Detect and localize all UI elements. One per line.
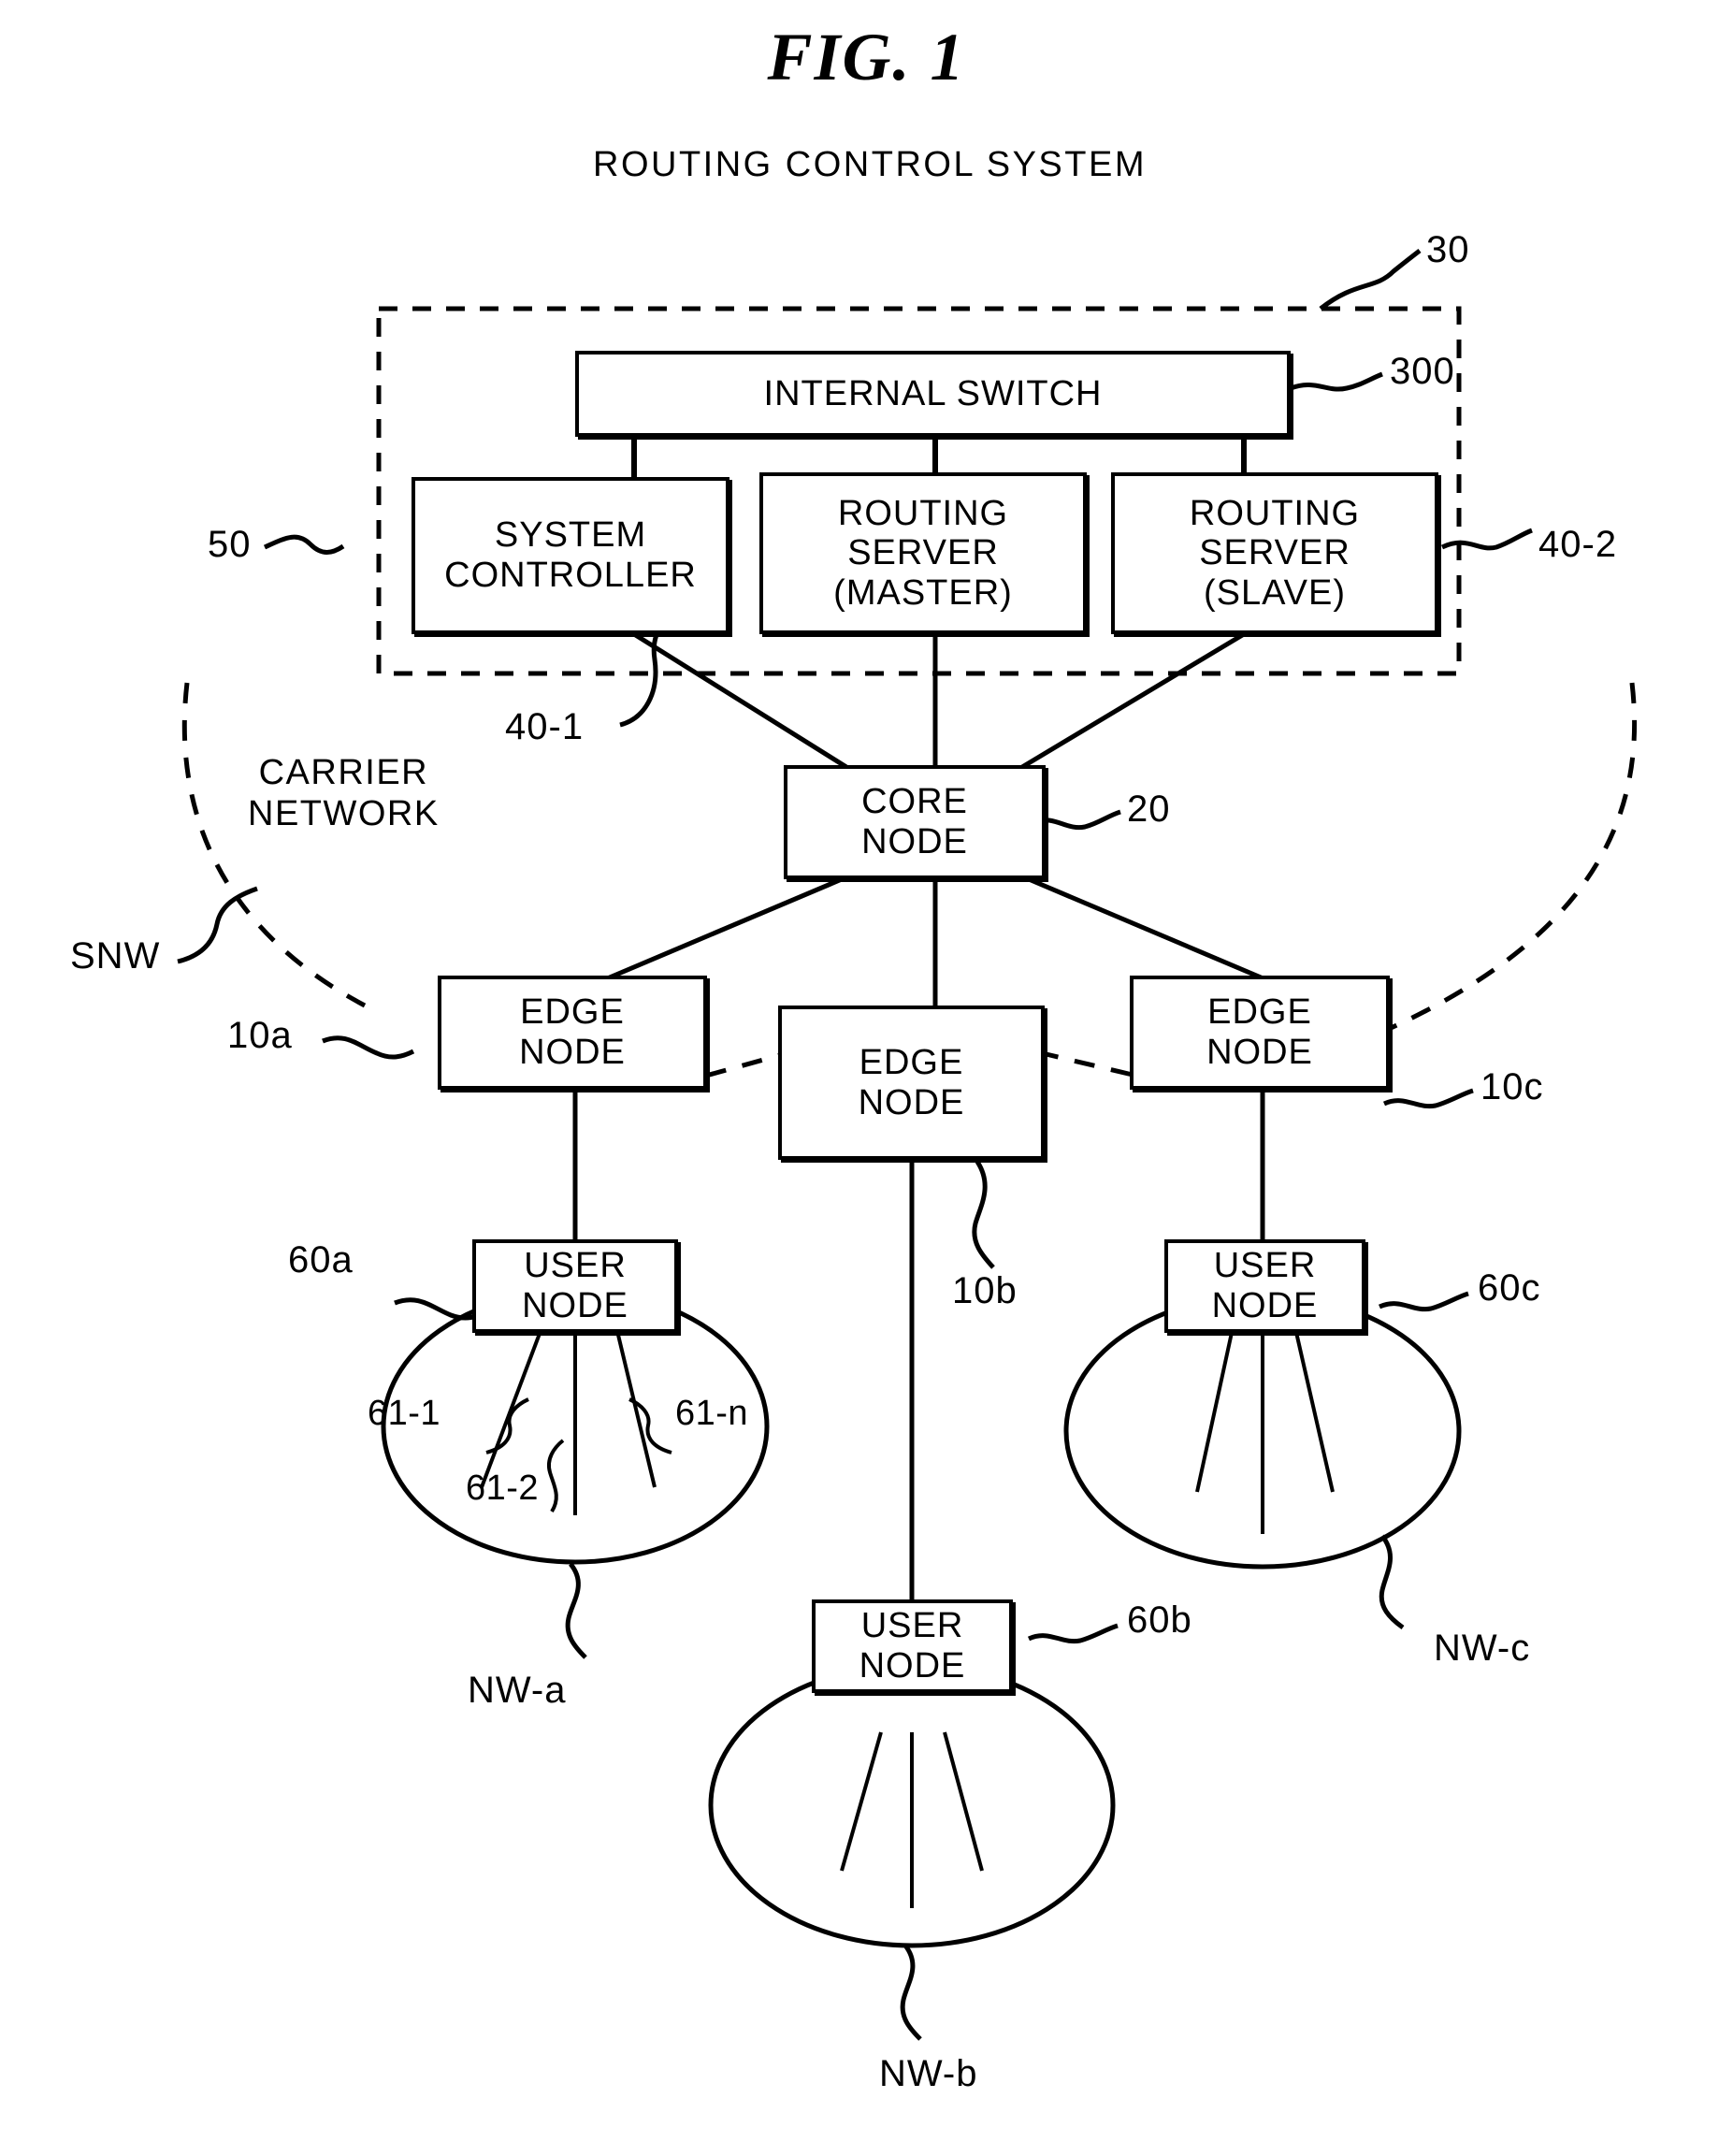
routing-server-master-label: ROUTING SERVER (MASTER) bbox=[833, 493, 1013, 613]
leader-300 bbox=[1290, 371, 1383, 392]
figure-title: FIG. 1 bbox=[767, 20, 966, 94]
user-b-terminal-line-left bbox=[840, 1731, 883, 1872]
ref-60b: 60b bbox=[1127, 1599, 1192, 1641]
leader-30 bbox=[1319, 249, 1422, 311]
ref-61-n: 61-n bbox=[675, 1394, 749, 1433]
user-node-b-box[interactable]: USER NODE bbox=[812, 1599, 1013, 1693]
ref-10b: 10b bbox=[952, 1270, 1018, 1311]
user-node-a-label: USER NODE bbox=[522, 1246, 628, 1325]
user-node-b-label: USER NODE bbox=[859, 1606, 966, 1686]
leader-40-2 bbox=[1440, 528, 1533, 551]
ref-61-2: 61-2 bbox=[466, 1469, 540, 1508]
user-node-a-box[interactable]: USER NODE bbox=[472, 1239, 678, 1333]
ref-20: 20 bbox=[1127, 789, 1171, 830]
leader-20 bbox=[1033, 809, 1121, 831]
controller-to-core-line bbox=[632, 631, 848, 770]
leader-61-2 bbox=[547, 1439, 565, 1513]
ref-nw-b: NW-b bbox=[879, 2053, 978, 2094]
ref-300: 300 bbox=[1390, 351, 1455, 392]
edge-node-b-label: EDGE NODE bbox=[858, 1042, 965, 1122]
carrier-network-boundary-left bbox=[181, 682, 367, 1008]
leader-60b bbox=[1027, 1623, 1119, 1644]
core-node-label: CORE NODE bbox=[861, 782, 968, 861]
user-node-c-label: USER NODE bbox=[1211, 1246, 1319, 1325]
internal-switch-box[interactable]: INTERNAL SWITCH bbox=[575, 351, 1291, 437]
edge-node-a-box[interactable]: EDGE NODE bbox=[438, 976, 707, 1090]
user-c-terminal-line-right bbox=[1293, 1327, 1335, 1493]
leader-10a bbox=[322, 1035, 415, 1060]
leader-10b bbox=[972, 1160, 995, 1269]
system-controller-box[interactable]: SYSTEM CONTROLLER bbox=[412, 477, 729, 634]
ref-60c: 60c bbox=[1478, 1267, 1541, 1309]
ref-40-1: 40-1 bbox=[505, 706, 585, 747]
internal-switch-label: INTERNAL SWITCH bbox=[763, 373, 1103, 413]
patent-figure-page: FIG. 1 ROUTING CONTROL SYSTEM INTERNAL S… bbox=[0, 0, 1733, 2156]
routing-server-slave-box[interactable]: ROUTING SERVER (SLAVE) bbox=[1111, 472, 1438, 634]
leader-nw-b bbox=[900, 1944, 922, 2041]
user-node-c-box[interactable]: USER NODE bbox=[1164, 1239, 1365, 1333]
leader-60c bbox=[1379, 1291, 1469, 1312]
carrier-network-label: CARRIER NETWORK bbox=[248, 753, 440, 833]
edge-node-a-label: EDGE NODE bbox=[519, 992, 626, 1072]
ref-50: 50 bbox=[208, 524, 252, 565]
slave-to-core-line bbox=[1020, 631, 1246, 770]
ref-snw: SNW bbox=[70, 935, 161, 977]
core-node-box[interactable]: CORE NODE bbox=[784, 765, 1046, 879]
routing-control-system-label: ROUTING CONTROL SYSTEM bbox=[593, 145, 1147, 184]
leader-snw bbox=[177, 886, 258, 964]
user-b-terminal-line-right bbox=[943, 1731, 984, 1872]
leader-nw-c bbox=[1379, 1534, 1405, 1630]
leader-nw-a bbox=[565, 1562, 587, 1659]
carrier-network-boundary-right bbox=[1387, 682, 1638, 1032]
terminal-61-1-line bbox=[480, 1330, 542, 1488]
ref-60a: 60a bbox=[288, 1239, 354, 1281]
terminal-61-n-line bbox=[615, 1330, 657, 1488]
core-to-edge-c-line bbox=[1028, 876, 1273, 985]
ref-nw-a: NW-a bbox=[468, 1670, 567, 1711]
user-c-terminal-line-left bbox=[1195, 1327, 1235, 1493]
routing-server-master-box[interactable]: ROUTING SERVER (MASTER) bbox=[759, 472, 1087, 634]
edge-node-b-box[interactable]: EDGE NODE bbox=[778, 1006, 1045, 1160]
ref-40-2: 40-2 bbox=[1538, 524, 1618, 565]
leader-61-1 bbox=[485, 1397, 529, 1454]
ref-10c: 10c bbox=[1480, 1066, 1544, 1107]
edge-b-to-edge-c-dashed-link bbox=[1037, 1049, 1137, 1078]
edge-node-c-label: EDGE NODE bbox=[1206, 992, 1313, 1072]
routing-server-slave-label: ROUTING SERVER (SLAVE) bbox=[1189, 493, 1361, 613]
ref-nw-c: NW-c bbox=[1434, 1628, 1531, 1669]
system-controller-label: SYSTEM CONTROLLER bbox=[444, 515, 697, 595]
leader-50 bbox=[263, 534, 345, 555]
core-to-edge-a-line bbox=[598, 876, 843, 985]
ref-10a: 10a bbox=[227, 1015, 293, 1056]
ref-30: 30 bbox=[1426, 229, 1470, 270]
edge-node-c-box[interactable]: EDGE NODE bbox=[1130, 976, 1390, 1090]
ref-61-1: 61-1 bbox=[368, 1394, 441, 1433]
leader-10c bbox=[1382, 1088, 1474, 1109]
